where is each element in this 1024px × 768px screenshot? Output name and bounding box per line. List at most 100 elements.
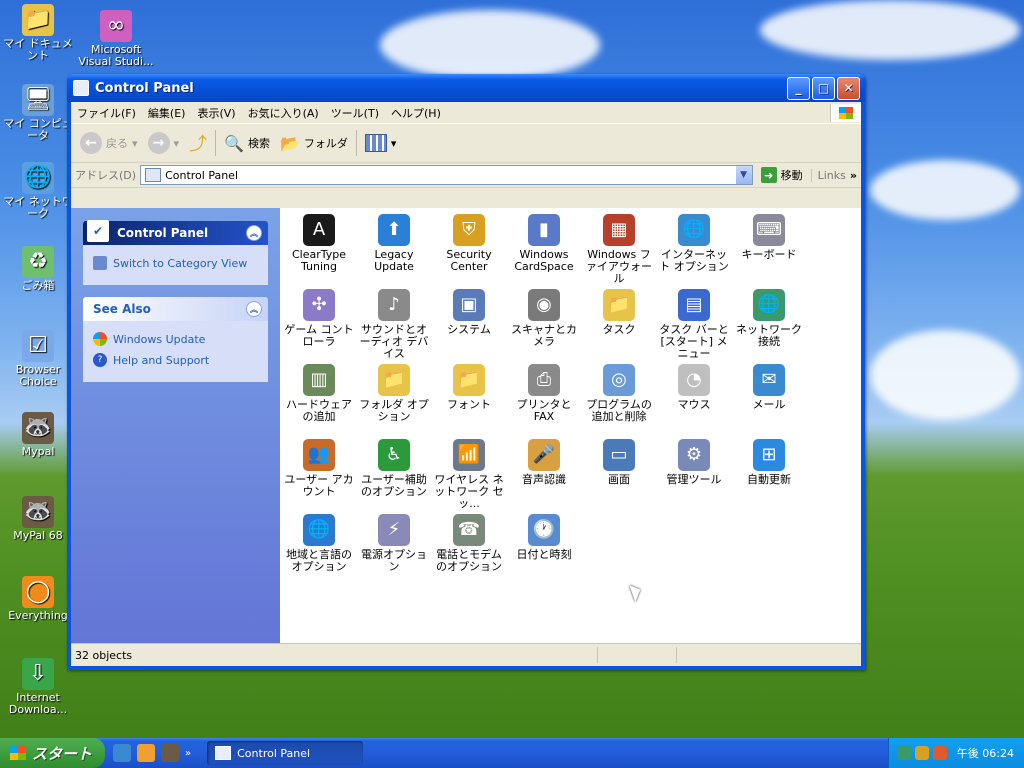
- control-panel-item[interactable]: ⎙ プリンタと FAX: [507, 364, 581, 423]
- address-value: Control Panel: [165, 168, 238, 182]
- back-label: 戻る: [106, 137, 128, 150]
- panel-header[interactable]: ✔ Control Panel ︽: [83, 220, 268, 245]
- media-icon[interactable]: [137, 744, 155, 762]
- taskbar-item-control-panel[interactable]: Control Panel: [207, 741, 364, 765]
- maximize-button[interactable]: □: [812, 76, 835, 100]
- control-panel-item[interactable]: ✣ ゲーム コントローラ: [282, 289, 356, 348]
- desktop-icon[interactable]: 🌐 マイ ネットワーク: [0, 162, 76, 220]
- desktop-icon[interactable]: ♻ ごみ箱: [0, 246, 76, 292]
- control-panel-item-icon: ▮: [528, 214, 560, 246]
- control-panel-item-icon: ▥: [303, 364, 335, 396]
- control-panel-item[interactable]: 🌐 インターネット オプション: [657, 214, 731, 273]
- chevron-down-icon: ▾: [173, 136, 180, 150]
- help-and-support-link[interactable]: ? Help and Support: [93, 353, 258, 367]
- close-button[interactable]: ✕: [837, 76, 860, 100]
- menu-edit[interactable]: 編集(E): [142, 105, 192, 121]
- windows-logo-icon: [10, 746, 26, 760]
- folders-button[interactable]: 📂 フォルダ: [275, 134, 353, 153]
- control-panel-item-label: Windows CardSpace: [514, 248, 574, 273]
- control-panel-item[interactable]: ⛨ Security Center: [432, 214, 506, 273]
- control-panel-item[interactable]: 🌐 地域と言語のオプション: [282, 514, 356, 573]
- control-panel-item[interactable]: ◎ プログラムの追加と削除: [582, 364, 656, 423]
- minimize-button[interactable]: _: [787, 76, 810, 100]
- address-input[interactable]: Control Panel ▼: [140, 165, 753, 185]
- start-button[interactable]: スタート: [0, 738, 105, 768]
- control-panel-icon: [145, 168, 162, 182]
- links-toolbar[interactable]: Links: [810, 168, 846, 182]
- title-bar[interactable]: Control Panel _ □ ✕: [67, 74, 865, 102]
- control-panel-item-label: プリンタと FAX: [516, 398, 572, 423]
- control-panel-item[interactable]: 📶 ワイヤレス ネットワーク セッ...: [432, 439, 506, 510]
- desktop-icon[interactable]: ∞ Microsoft Visual Studi...: [78, 10, 154, 68]
- help-icon: ?: [93, 353, 107, 367]
- desktop-icon-label: マイ ネットワーク: [3, 195, 73, 220]
- menu-tools[interactable]: ツール(T): [325, 105, 385, 121]
- chevron-right-icon[interactable]: »: [850, 169, 857, 182]
- control-panel-item[interactable]: ◉ スキャナとカメラ: [507, 289, 581, 348]
- address-dropdown-button[interactable]: ▼: [735, 166, 752, 184]
- network-icon[interactable]: [897, 746, 911, 760]
- control-panel-item[interactable]: ▥ ハードウェアの追加: [282, 364, 356, 423]
- search-icon[interactable]: [933, 746, 947, 760]
- control-panel-item[interactable]: 👥 ユーザー アカウント: [282, 439, 356, 498]
- menu-bar: ファイル(F) 編集(E) 表示(V) お気に入り(A) ツール(T) ヘルプ(…: [71, 102, 861, 124]
- panel-header[interactable]: See Also ︽: [83, 297, 268, 321]
- mypal-icon[interactable]: [161, 744, 179, 762]
- taskbar: スタート » Control Panel 午後 06:24: [0, 738, 1024, 768]
- up-button[interactable]: ⤴: [184, 130, 212, 156]
- control-panel-item[interactable]: 🕐 日付と時刻: [507, 514, 581, 561]
- collapse-icon[interactable]: ︽: [246, 301, 262, 317]
- control-panel-item-icon: ⎙: [528, 364, 560, 396]
- desktop-icon[interactable]: 🦝 MyPal 68: [0, 496, 76, 542]
- desktop-icon[interactable]: 🦝 Mypal: [0, 412, 76, 458]
- menu-view[interactable]: 表示(V): [191, 105, 241, 121]
- status-text: 32 objects: [75, 648, 133, 662]
- control-panel-item[interactable]: ◔ マウス: [657, 364, 731, 411]
- control-panel-item[interactable]: ⚙ 管理ツール: [657, 439, 731, 486]
- control-panel-item[interactable]: 📁 フォルダ オプション: [357, 364, 431, 423]
- desktop-icon[interactable]: ◯ Everything: [0, 576, 76, 622]
- internet-explorer-icon[interactable]: [113, 744, 131, 762]
- control-panel-item[interactable]: ♪ サウンドとオーディオ デバイス: [357, 289, 431, 360]
- security-icon[interactable]: [915, 746, 929, 760]
- control-panel-item-label: 地域と言語のオプション: [286, 548, 352, 573]
- collapse-icon[interactable]: ︽: [246, 225, 262, 241]
- control-panel-item[interactable]: 📁 フォント: [432, 364, 506, 411]
- clock[interactable]: 午後 06:24: [957, 745, 1014, 761]
- control-panel-item-label: インターネット オプション: [659, 248, 729, 273]
- control-panel-checkmark-icon: ✔: [87, 220, 109, 242]
- control-panel-item[interactable]: ⚡ 電源オプション: [357, 514, 431, 573]
- control-panel-item[interactable]: ▦ Windows ファイアウォール: [582, 214, 656, 285]
- control-panel-item[interactable]: ▮ Windows CardSpace: [507, 214, 581, 273]
- control-panel-item[interactable]: ♿ ユーザー補助のオプション: [357, 439, 431, 498]
- address-bar: アドレス(D) Control Panel ▼ ➜ 移動 Links »: [71, 163, 861, 188]
- control-panel-item[interactable]: 📁 タスク: [582, 289, 656, 336]
- desktop-icon[interactable]: 🖥 マイ コンピュータ: [0, 84, 76, 142]
- control-panel-item[interactable]: ⊞ 自動更新: [732, 439, 806, 486]
- control-panel-item[interactable]: ⬆ Legacy Update: [357, 214, 431, 273]
- search-button[interactable]: 🔍 検索: [219, 134, 275, 153]
- views-icon: [364, 134, 387, 152]
- windows-update-link[interactable]: Windows Update: [93, 332, 258, 346]
- desktop-icon[interactable]: ☑ Browser Choice: [0, 330, 76, 388]
- desktop-icon[interactable]: ⇩ Internet Downloa...: [0, 658, 76, 716]
- control-panel-item[interactable]: ▤ タスク バーと [スタート] メニュー: [657, 289, 731, 360]
- control-panel-item[interactable]: 🌐 ネットワーク接続: [732, 289, 806, 348]
- menu-help[interactable]: ヘルプ(H): [385, 105, 447, 121]
- control-panel-item[interactable]: A ClearType Tuning: [282, 214, 356, 273]
- views-button[interactable]: ▾: [360, 134, 402, 152]
- forward-button[interactable]: → ▾: [143, 132, 185, 154]
- control-panel-item[interactable]: ☎ 電話とモデムのオプション: [432, 514, 506, 573]
- menu-file[interactable]: ファイル(F): [71, 105, 142, 121]
- chevron-right-icon[interactable]: »: [185, 748, 191, 759]
- desktop-icon[interactable]: 📁 マイ ドキュメント: [0, 4, 76, 62]
- control-panel-item[interactable]: ⌨ キーボード: [732, 214, 806, 261]
- control-panel-item[interactable]: ▭ 画面: [582, 439, 656, 486]
- go-button[interactable]: ➜ 移動: [757, 167, 807, 183]
- menu-favorites[interactable]: お気に入り(A): [242, 105, 325, 121]
- control-panel-item[interactable]: ▣ システム: [432, 289, 506, 336]
- back-button[interactable]: ← 戻る ▾: [75, 132, 143, 154]
- control-panel-item[interactable]: 🎤 音声認識: [507, 439, 581, 486]
- switch-category-view-link[interactable]: Switch to Category View: [93, 256, 258, 270]
- control-panel-item[interactable]: ✉ メール: [732, 364, 806, 411]
